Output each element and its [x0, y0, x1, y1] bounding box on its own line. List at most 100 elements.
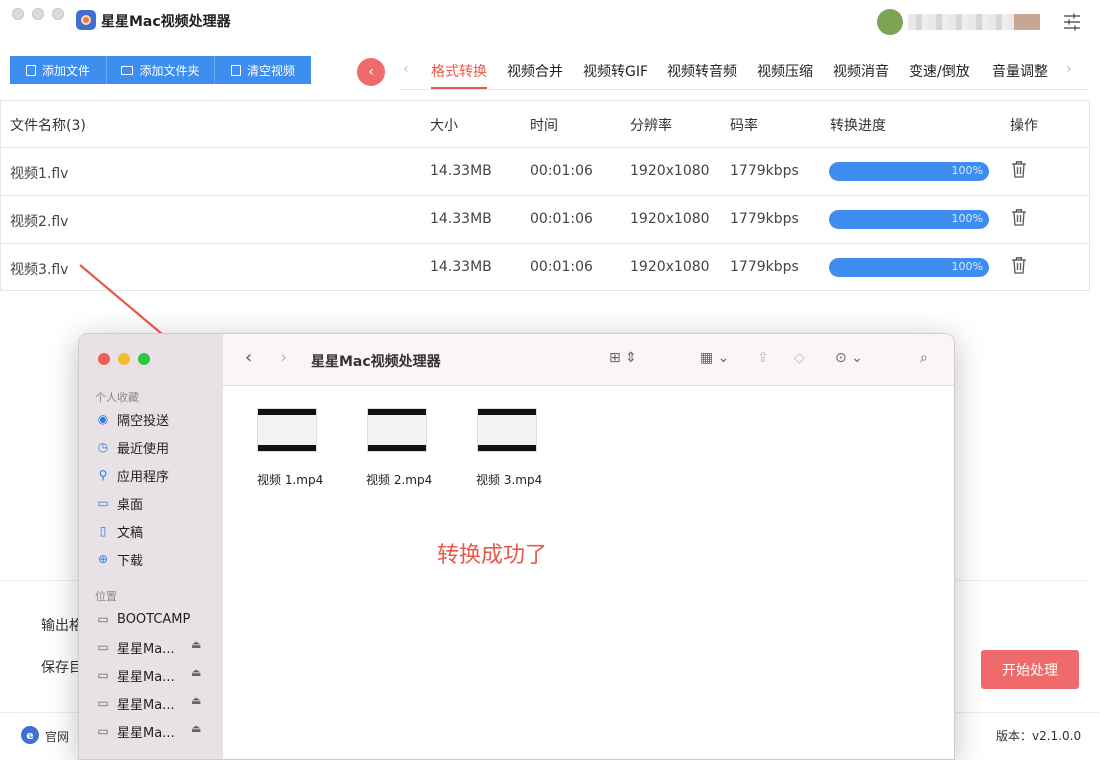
tab-volume-adjust[interactable]: 音量调整	[992, 61, 1048, 81]
cell-bitrate: 1779kbps	[730, 163, 799, 179]
back-button[interactable]: ‹	[357, 58, 385, 86]
finder-zoom-button[interactable]	[138, 353, 150, 365]
tab-video-merge[interactable]: 视频合并	[507, 61, 563, 81]
eject-icon[interactable]: ⏏	[191, 666, 201, 679]
sidebar-item-label: 文稿	[117, 525, 144, 541]
cell-size: 14.33MB	[430, 259, 492, 275]
cell-bitrate: 1779kbps	[730, 259, 799, 275]
finder-forward-icon[interactable]: ›	[280, 347, 287, 368]
sidebar-item-label: 星星Ma...	[117, 725, 175, 741]
table-row[interactable]: 视频1.flv 14.33MB 00:01:06 1920x1080 1779k…	[1, 147, 1089, 195]
cell-name: 视频2.flv	[10, 214, 69, 230]
video-thumbnail[interactable]	[257, 408, 317, 452]
sidebar-item-airdrop[interactable]: ◉ 隔空投送	[95, 409, 169, 429]
table-row[interactable]: 视频3.flv 14.33MB 00:01:06 1920x1080 1779k…	[1, 243, 1089, 291]
tabs-scroll-left-icon[interactable]: ‹	[403, 61, 409, 77]
close-window-button[interactable]	[12, 8, 24, 20]
eject-icon[interactable]: ⏏	[191, 638, 201, 651]
view-mode-icon[interactable]: ⊞ ⇕	[609, 350, 637, 366]
sidebar-item-documents[interactable]: ▯ 文稿	[95, 521, 143, 541]
table-row[interactable]: 视频2.flv 14.33MB 00:01:06 1920x1080 1779k…	[1, 195, 1089, 243]
tab-format-convert[interactable]: 格式转换	[431, 61, 487, 81]
cell-time: 00:01:06	[530, 163, 593, 179]
chevron-left-icon: ‹	[368, 64, 374, 80]
sidebar-item-volume[interactable]: ▭ 星星Ma... ⏏	[95, 637, 201, 657]
clear-video-label: 清空视频	[246, 63, 295, 78]
website-link[interactable]: 官网	[45, 728, 69, 745]
more-actions-icon[interactable]: ⊙ ⌄	[835, 350, 863, 366]
cell-name: 视频3.flv	[10, 262, 69, 278]
clear-video-button[interactable]: 清空视频	[215, 56, 311, 84]
trash-icon[interactable]	[1011, 160, 1027, 178]
sidebar-item-label: 隔空投送	[117, 413, 170, 429]
cell-name: 视频1.flv	[10, 166, 69, 182]
video-thumbnail[interactable]	[477, 408, 537, 452]
output-format-label: 输出格	[41, 618, 83, 634]
finder-minimize-button[interactable]	[118, 353, 130, 365]
eject-icon[interactable]: ⏏	[191, 694, 201, 707]
minimize-window-button[interactable]	[32, 8, 44, 20]
desktop-icon: ▭	[97, 496, 109, 510]
file-name[interactable]: 视频 1.mp4	[257, 471, 323, 488]
website-icon[interactable]: e	[21, 726, 39, 744]
trash-icon[interactable]	[1011, 208, 1027, 226]
add-file-button[interactable]: 添加文件	[10, 56, 107, 84]
trash-icon[interactable]	[1011, 256, 1027, 274]
favorites-header: 个人收藏	[95, 391, 139, 404]
user-name-blurred	[908, 14, 1040, 30]
sidebar-item-volume[interactable]: ▭ 星星Ma... ⏏	[95, 721, 201, 741]
avatar[interactable]	[877, 9, 903, 35]
finder-content: 视频 1.mp4 视频 2.mp4 视频 3.mp4	[223, 386, 954, 759]
tab-video-mute[interactable]: 视频消音	[833, 61, 889, 81]
app-window: 星星Mac视频处理器 添加文件 添加文件夹 清空视频 ‹ ‹ 格式转换 视频合并…	[0, 0, 1100, 760]
start-process-button[interactable]: 开始处理	[981, 650, 1079, 689]
video-thumbnail[interactable]	[367, 408, 427, 452]
cell-resolution: 1920x1080	[630, 259, 710, 275]
progress-text: 100%	[951, 260, 983, 273]
cell-time: 00:01:06	[530, 259, 593, 275]
tab-video-compress[interactable]: 视频压缩	[757, 61, 813, 81]
cell-size: 14.33MB	[430, 163, 492, 179]
sidebar-item-desktop[interactable]: ▭ 桌面	[95, 493, 143, 513]
add-folder-button[interactable]: 添加文件夹	[107, 56, 215, 84]
header-size: 大小	[430, 118, 458, 134]
sidebar-item-volume[interactable]: ▭ 星星Ma... ⏏	[95, 665, 201, 685]
active-tab-underline	[431, 87, 487, 89]
tab-video-to-audio[interactable]: 视频转音频	[667, 61, 737, 81]
tab-video-to-gif[interactable]: 视频转GIF	[583, 61, 648, 81]
sidebar-item-volume[interactable]: ▭ 星星Ma... ⏏	[95, 693, 201, 713]
document-icon: ▯	[99, 524, 107, 538]
sidebar-item-downloads[interactable]: ⊕ 下载	[95, 549, 143, 569]
sidebar-item-label: BOOTCAMP	[117, 611, 191, 627]
sidebar-item-label: 桌面	[117, 497, 144, 513]
save-directory-label: 保存目	[41, 660, 83, 676]
sidebar-item-label: 最近使用	[117, 441, 170, 457]
cell-resolution: 1920x1080	[630, 211, 710, 227]
zoom-window-button[interactable]	[52, 8, 64, 20]
search-icon[interactable]: ⌕	[920, 350, 928, 366]
success-annotation: 转换成功了	[437, 543, 548, 568]
folder-icon	[121, 65, 134, 75]
finder-close-button[interactable]	[98, 353, 110, 365]
finder-back-icon[interactable]: ‹	[245, 347, 252, 368]
file-name[interactable]: 视频 2.mp4	[366, 471, 432, 488]
sidebar-item-applications[interactable]: ⚲ 应用程序	[95, 465, 169, 485]
sidebar-item-label: 下载	[117, 553, 144, 569]
group-icon[interactable]: ▦ ⌄	[700, 350, 729, 366]
share-icon[interactable]: ⇪	[757, 350, 769, 366]
app-title: 星星Mac视频处理器	[101, 14, 231, 30]
sidebar-item-recents[interactable]: ◷ 最近使用	[95, 437, 169, 457]
progress-bar: 100%	[829, 210, 989, 229]
trash-icon	[230, 64, 241, 76]
tabs-divider	[400, 89, 1088, 90]
tab-speed-reverse[interactable]: 变速/倒放	[909, 61, 970, 81]
drive-icon: ▭	[97, 612, 109, 626]
drive-icon: ▭	[97, 724, 109, 738]
tag-icon[interactable]: ◇	[794, 350, 805, 366]
sidebar-item-bootcamp[interactable]: ▭ BOOTCAMP	[95, 609, 190, 629]
eject-icon[interactable]: ⏏	[191, 722, 201, 735]
settings-sliders-icon[interactable]	[1062, 12, 1082, 32]
cell-bitrate: 1779kbps	[730, 211, 799, 227]
file-name[interactable]: 视频 3.mp4	[476, 471, 542, 488]
tabs-scroll-right-icon[interactable]: ›	[1066, 61, 1072, 77]
